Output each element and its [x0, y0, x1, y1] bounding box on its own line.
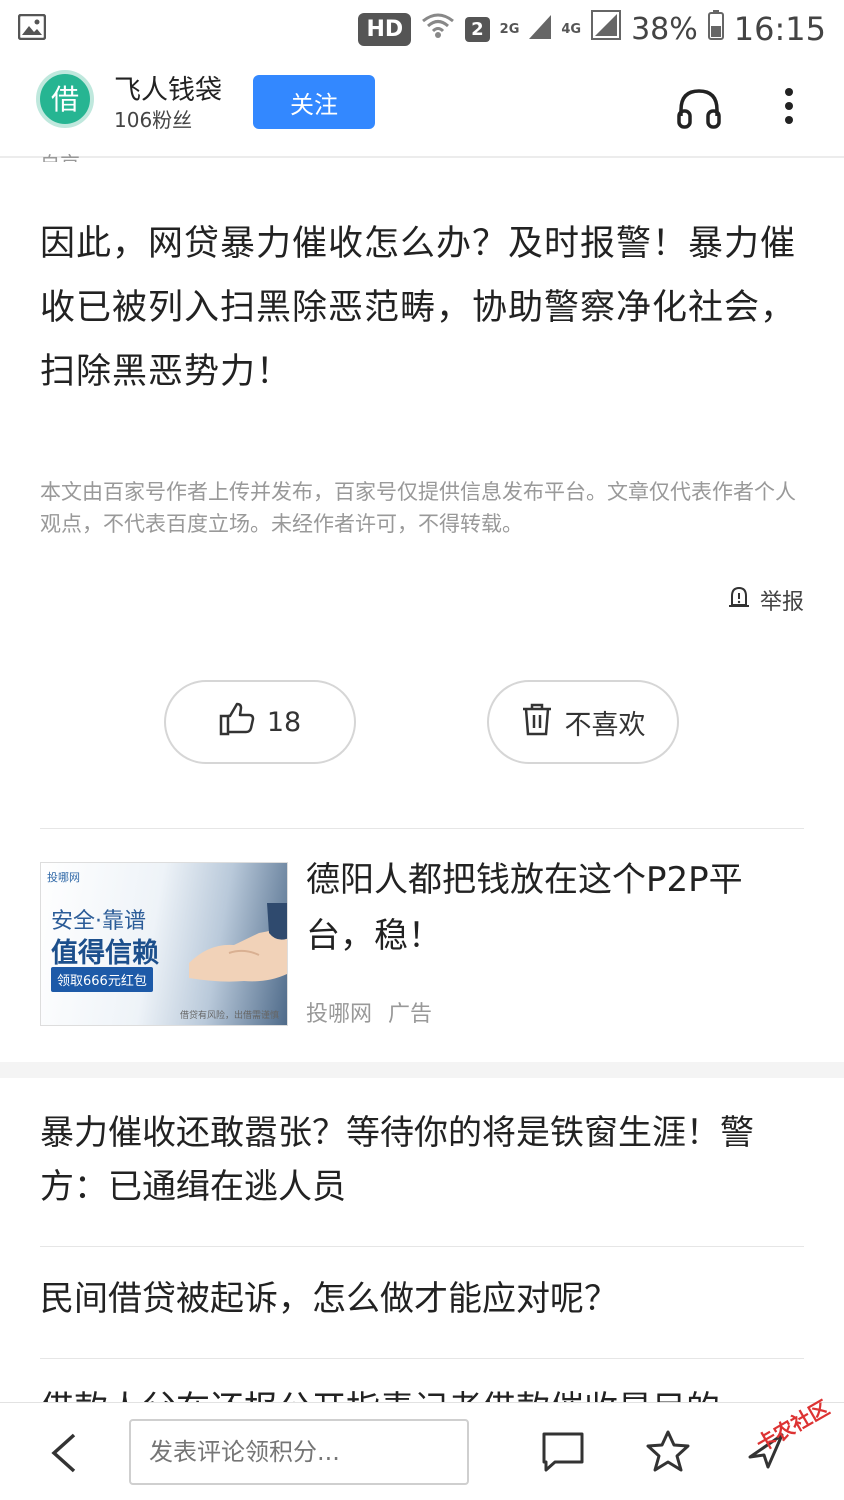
more-menu-icon[interactable] [782, 86, 796, 130]
article-paragraph: 因此，网贷暴力催收怎么办？及时报警！暴力催收已被列入扫黑除恶范畴，协助警察净化社… [40, 224, 797, 392]
comment-input[interactable] [129, 1419, 469, 1485]
network-2g-label: 2G [499, 21, 520, 37]
battery-percent: 38% [631, 11, 698, 47]
dislike-button[interactable]: 不喜欢 [487, 680, 679, 764]
divider [40, 828, 804, 829]
ad-image-footer: 借贷有风险，出借需谨慎 [179, 1011, 279, 1021]
status-bar: HD 2 2G 4G 38% 16:15 [0, 0, 844, 58]
clock: 16:15 [733, 10, 826, 48]
related-article-title[interactable]: 借款人父在还报公开指责记者借款催收是目的 [40, 1382, 804, 1402]
avatar[interactable]: 借 [36, 70, 94, 128]
hd-badge: HD [358, 12, 412, 46]
truncated-text: 自京 [40, 148, 80, 162]
back-icon[interactable] [46, 1431, 82, 1479]
copyright-disclaimer: 本文由百家号作者上传并发布，百家号仅提供信息发布平台。文章仅代表作者个人观点，不… [40, 480, 796, 536]
ad-tag: 广告 [388, 1002, 433, 1027]
follow-button[interactable]: 关注 [253, 75, 375, 129]
image-notification-icon [17, 13, 47, 44]
sim-badge: 2 [465, 16, 490, 42]
ad-logo: 投哪网 [47, 871, 80, 884]
related-article-title[interactable]: 民间借贷被起诉，怎么做才能应对呢？ [40, 1272, 804, 1326]
ad-image-badge: 领取666元红包 [51, 967, 153, 992]
related-article-title[interactable]: 暴力催收还敢嚣张？等待你的将是铁窗生涯！警方：已通缉在逃人员 [40, 1106, 804, 1214]
handshake-icon [189, 903, 287, 997]
ad-meta: 投哪网 广告 [306, 996, 432, 1028]
battery-icon [707, 10, 724, 48]
dislike-label: 不喜欢 [564, 709, 646, 741]
star-icon[interactable] [645, 1429, 691, 1477]
headphones-icon[interactable] [676, 86, 722, 134]
trash-icon [521, 702, 553, 743]
ad-image-headline: 值得信赖 [51, 938, 159, 969]
divider [40, 1358, 804, 1359]
divider [40, 1246, 804, 1247]
account-header: 借 飞人钱袋 106粉丝 关注 [0, 58, 844, 158]
wifi-icon [421, 11, 455, 47]
comment-icon[interactable] [541, 1431, 585, 1477]
report-button[interactable]: 举报 [728, 584, 804, 616]
ad-image[interactable]: 投哪网 安全·靠谱 值得信赖 领取666元红包 借贷有风险，出借需谨慎 [40, 862, 288, 1026]
report-label: 举报 [759, 590, 804, 615]
like-button[interactable]: 18 [164, 680, 356, 764]
ad-title[interactable]: 德阳人都把钱放在这个P2P平台，稳！ [306, 852, 806, 964]
account-name[interactable]: 飞人钱袋 [114, 68, 222, 107]
thumbs-up-icon [219, 702, 255, 743]
report-icon [728, 585, 750, 615]
network-4g-label: 4G [561, 21, 582, 37]
section-separator [0, 1062, 844, 1078]
like-count: 18 [266, 706, 302, 738]
bottom-toolbar [0, 1402, 844, 1500]
signal-icon [591, 10, 622, 48]
ad-source: 投哪网 [306, 1002, 373, 1027]
signal-icon [529, 12, 552, 47]
fans-count: 106粉丝 [114, 108, 193, 132]
